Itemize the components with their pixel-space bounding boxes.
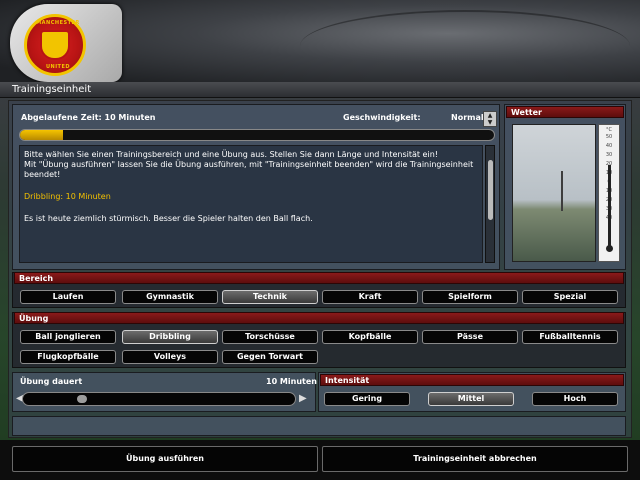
uebung-fussballtennis-button[interactable]: Fußballtennis — [522, 330, 618, 344]
intensity-hoch-button[interactable]: Hoch — [532, 392, 618, 406]
thermometer-tick: 30 — [605, 152, 613, 158]
info-panel: Abgelaufene Zeit: 10 Minuten Geschwindig… — [12, 104, 500, 270]
intensity-gering-button[interactable]: Gering — [324, 392, 410, 406]
time-progress-bar — [19, 129, 495, 141]
message-line-2: Mit "Übung ausführen" lassen Sie die Übu… — [24, 160, 474, 179]
uebung-title: Übung — [14, 312, 624, 324]
bereich-laufen-button[interactable]: Laufen — [20, 290, 116, 304]
speed-stepper[interactable]: ▲ ▼ — [483, 111, 497, 127]
uebung-flugkopfbaelle-button[interactable]: Flugkopfbälle — [20, 350, 116, 364]
intensity-title: Intensität — [320, 374, 624, 386]
duration-label: Übung dauert — [20, 377, 83, 386]
time-progress-fill — [20, 130, 63, 140]
selected-exercise: Dribbling: 10 Minuten — [24, 192, 111, 201]
arrow-down-icon[interactable]: ▼ — [484, 119, 496, 126]
elapsed-time-label: Abgelaufene Zeit: 10 Minuten — [21, 113, 156, 122]
club-logo: MANCHESTER UNITED — [24, 14, 86, 76]
weather-note: Es ist heute ziemlich stürmisch. Besser … — [24, 214, 313, 223]
club-crest-icon — [40, 30, 70, 60]
uebung-gegen-torwart-button[interactable]: Gegen Torwart — [222, 350, 318, 364]
duration-slider-knob[interactable] — [77, 395, 88, 403]
bereich-spielform-button[interactable]: Spielform — [422, 290, 518, 304]
message-scrollbar[interactable] — [485, 145, 495, 263]
uebung-dribbling-button[interactable]: Dribbling — [122, 330, 218, 344]
execute-exercise-button[interactable]: Übung ausführen — [12, 446, 318, 472]
arrow-right-icon[interactable]: ▶ — [299, 393, 307, 404]
logo-text-bottom: UNITED — [45, 64, 71, 70]
message-area: Bitte wählen Sie einen Trainingsbereich … — [19, 145, 483, 263]
status-strip — [12, 416, 626, 436]
weather-image — [512, 124, 596, 262]
uebung-paesse-button[interactable]: Pässe — [422, 330, 518, 344]
speed-value: Normal — [451, 113, 484, 122]
scrollbar-thumb[interactable] — [488, 160, 493, 220]
uebung-volleys-button[interactable]: Volleys — [122, 350, 218, 364]
thermometer-bulb — [606, 245, 613, 252]
bereich-title: Bereich — [14, 272, 624, 284]
tree-icon — [561, 171, 591, 211]
window-title: Trainingseinheit — [0, 82, 640, 98]
thermometer: °C 5040302010010203040 — [598, 124, 620, 262]
club-logo-frame: MANCHESTER UNITED — [10, 4, 122, 82]
bereich-gymnastik-button[interactable]: Gymnastik — [122, 290, 218, 304]
weather-title: Wetter — [506, 106, 624, 118]
speed-label: Geschwindigkeit: — [343, 113, 421, 122]
bereich-kraft-button[interactable]: Kraft — [322, 290, 418, 304]
uebung-torschuesse-button[interactable]: Torschüsse — [222, 330, 318, 344]
intensity-mittel-button[interactable]: Mittel — [428, 392, 514, 406]
uebung-ball-jonglieren-button[interactable]: Ball jonglieren — [20, 330, 116, 344]
duration-value: 10 Minuten — [266, 377, 317, 386]
bereich-spezial-button[interactable]: Spezial — [522, 290, 618, 304]
arrow-up-icon[interactable]: ▲ — [484, 112, 496, 119]
bereich-technik-button[interactable]: Technik — [222, 290, 318, 304]
thermometer-tick: 50 — [605, 134, 613, 140]
uebung-kopfbaelle-button[interactable]: Kopfbälle — [322, 330, 418, 344]
thermometer-tick: 40 — [605, 143, 613, 149]
duration-slider[interactable] — [22, 392, 296, 406]
message-line-1: Bitte wählen Sie einen Trainingsbereich … — [24, 150, 438, 159]
thermometer-bar — [608, 165, 611, 249]
logo-text-top: MANCHESTER — [36, 20, 80, 26]
abort-training-button[interactable]: Trainingseinheit abbrechen — [322, 446, 628, 472]
